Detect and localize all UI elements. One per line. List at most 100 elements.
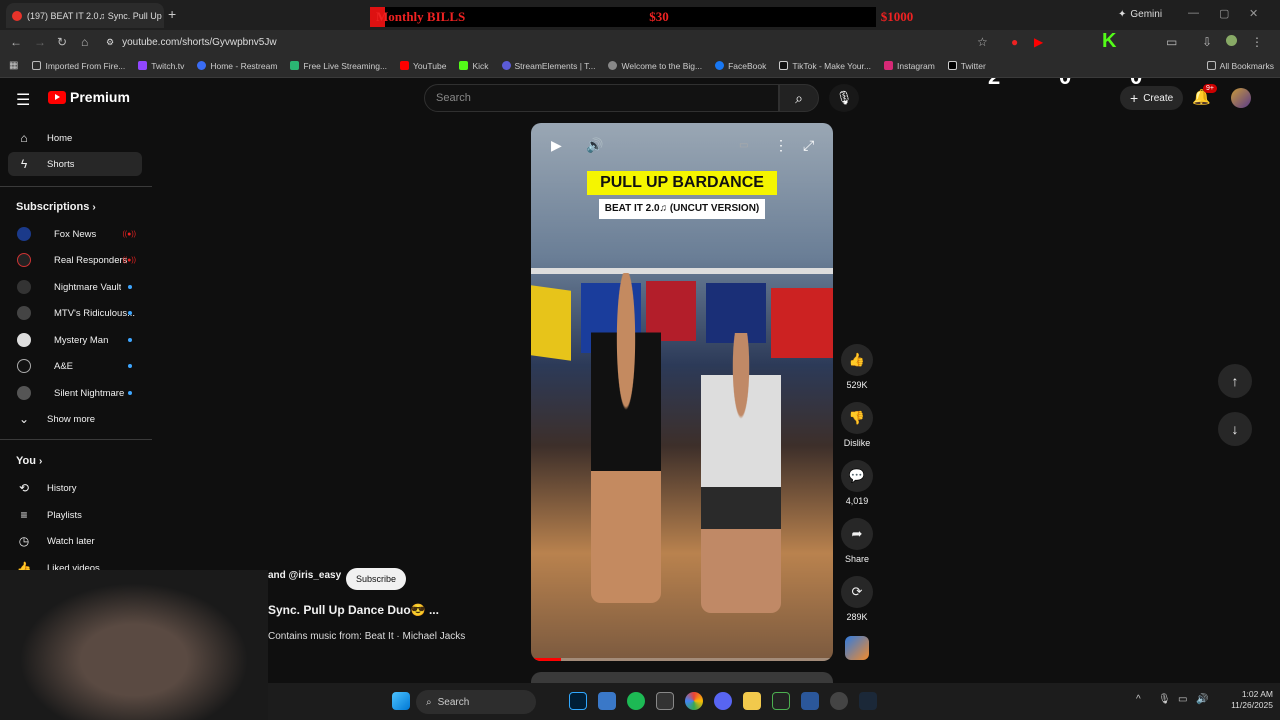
you-header[interactable]: You › [16,455,42,467]
search-button[interactable]: ⌕ [779,84,819,112]
live-icon: ((●)) [122,230,136,238]
sidebar-item-history[interactable]: ⟲ History [8,476,142,500]
bookmark-restream[interactable]: Home - Restream [197,61,277,71]
maximize-icon[interactable]: ▢ [1219,7,1229,20]
remix-button[interactable]: ⟳ 289K [841,576,873,622]
microphone-icon[interactable]: 🎙 [1158,694,1171,705]
play-icon[interactable]: ▶ [551,137,562,154]
like-button[interactable]: 👍 529K [841,344,873,390]
flag [771,288,833,358]
bookmark-welcome[interactable]: Welcome to the Big... [608,61,702,71]
show-more-button[interactable]: ⌄ Show more [8,407,142,431]
bookmark-twitch[interactable]: Twitch.tv [138,61,184,71]
create-button[interactable]: + Create [1120,86,1184,110]
bookmark-facebook[interactable]: FaceBook [715,61,766,71]
youtube-icon [400,61,410,70]
subscription-nightmare-vault[interactable]: Nightmare Vault [8,275,142,299]
taskbar-search[interactable]: ⌕ Search [416,690,536,714]
bookmark-twitter[interactable]: Twitter [947,61,986,71]
subscription-silent-nightmare[interactable]: Silent Nightmare [8,381,142,405]
music-attribution[interactable]: Contains music from: Beat It · Michael J… [268,631,465,642]
subscribe-button[interactable]: Subscribe [346,568,407,590]
site-info-icon[interactable]: ⚙ [106,37,114,48]
reload-icon[interactable]: ↻ [57,35,67,49]
bookmark-streamelements[interactable]: StreamElements | T... [501,61,595,71]
subscriptions-header[interactable]: Subscriptions › [16,201,96,213]
all-bookmarks[interactable]: All Bookmarks [1206,61,1274,71]
browser-tab[interactable]: (197) BEAT IT 2.0♫ Sync. Pull Up ✕ [6,3,164,28]
account-avatar[interactable] [1231,88,1251,108]
captions-icon[interactable]: ▭ [739,140,748,151]
profile-avatar[interactable] [1226,35,1237,46]
bookmark-star-icon[interactable]: ☆ [977,35,988,49]
minimize-icon[interactable]: — [1188,7,1199,19]
bookmark-label: FaceBook [728,60,767,71]
new-tab-icon[interactable]: + [168,6,176,22]
tray-chevron-icon[interactable]: ^ [1136,694,1141,705]
notepad-icon[interactable] [801,692,819,710]
bookmark-free-live[interactable]: Free Live Streaming... [290,61,387,71]
downloads-icon[interactable]: ⇩ [1202,35,1212,49]
sidebar-item-home[interactable]: ⌂ Home [8,126,142,150]
sidebar-item-playlists[interactable]: ≡ Playlists [8,503,142,527]
video-progress-bar[interactable] [531,658,833,661]
photos-icon[interactable] [598,692,616,710]
more-options-icon[interactable]: ⋮ [774,137,788,154]
volume-icon[interactable]: 🔊 [586,137,603,154]
youtube-logo[interactable]: Premium [48,89,130,105]
kick-extension-icon[interactable]: K [1102,30,1116,53]
address-bar[interactable]: ⚙ youtube.com/shorts/Gyvwpbnv5Jw [106,33,946,51]
voice-search-button[interactable]: 🎙 [829,84,859,112]
previous-short-button[interactable]: ↑ [1218,364,1252,398]
terminal-icon[interactable] [772,692,790,710]
next-short-button[interactable]: ↓ [1218,412,1252,446]
network-icon[interactable]: ▭ [1178,694,1187,705]
fullscreen-icon[interactable]: ⤢ [803,137,814,154]
pull-up-bar [531,268,833,274]
settings-icon[interactable] [830,692,848,710]
video-title[interactable]: Sync. Pull Up Dance Duo😎 ... [268,603,439,617]
extension-icon[interactable]: ● [1011,35,1018,49]
sidebar-item-shorts[interactable]: ϟ Shorts [8,152,142,176]
gemini-button[interactable]: ✦ Gemini [1110,5,1170,23]
subscription-real-responders[interactable]: Real Responders ((●)) [8,248,142,272]
shorts-video-player[interactable]: PULL UP BARDANCE BEAT IT 2.0♫ (UNCUT VER… [531,123,833,661]
share-button[interactable]: ➦ Share [841,518,873,564]
back-icon[interactable]: ← [10,35,22,49]
streamelements-icon [501,61,511,70]
media-player-icon[interactable] [656,692,674,710]
file-explorer-icon[interactable] [743,692,761,710]
side-panel-icon[interactable]: ▭ [1166,35,1177,49]
forward-icon[interactable]: → [34,35,46,49]
youtube-extension-icon[interactable]: ▶ [1034,35,1043,49]
discord-icon[interactable] [714,692,732,710]
subscription-ae[interactable]: A&E [8,354,142,378]
comments-button[interactable]: 💬 4,019 [841,460,873,506]
sound-thumbnail[interactable] [845,636,869,660]
sidebar-item-watch-later[interactable]: ◷ Watch later [8,529,142,553]
dislike-button[interactable]: 👎 Dislike [841,402,873,448]
bookmark-imported[interactable]: Imported From Fire... [32,61,125,71]
close-window-icon[interactable]: ✕ [1249,7,1258,20]
bookmark-label: Imported From Fire... [45,60,126,71]
photoshop-icon[interactable] [569,692,587,710]
bookmark-instagram[interactable]: Instagram [883,61,935,71]
spotify-icon[interactable] [627,692,645,710]
hamburger-menu-icon[interactable]: ☰ [16,90,30,110]
search-input[interactable]: Search [424,84,779,112]
home-icon[interactable]: ⌂ [81,35,88,49]
steam-icon[interactable] [859,692,877,710]
subscription-fox-news[interactable]: Fox News ((●)) [8,222,142,246]
bookmark-youtube[interactable]: YouTube [400,61,446,71]
bookmark-kick[interactable]: Kick [459,61,489,71]
taskbar-clock[interactable]: 1:02 AM 11/26/2025 [1213,689,1273,711]
subscription-mystery-man[interactable]: Mystery Man [8,328,142,352]
subscription-mtv[interactable]: MTV's Ridiculous... [8,301,142,325]
channel-name[interactable]: and @iris_easy [268,570,341,581]
browser-menu-icon[interactable]: ⋮ [1251,35,1263,49]
chrome-icon[interactable] [685,692,703,710]
speaker-icon[interactable]: 🔊 [1196,694,1208,705]
apps-icon[interactable]: ▦ [9,60,18,71]
windows-start-icon[interactable] [392,692,410,710]
bookmark-tiktok[interactable]: TikTok - Make Your... [779,61,871,71]
